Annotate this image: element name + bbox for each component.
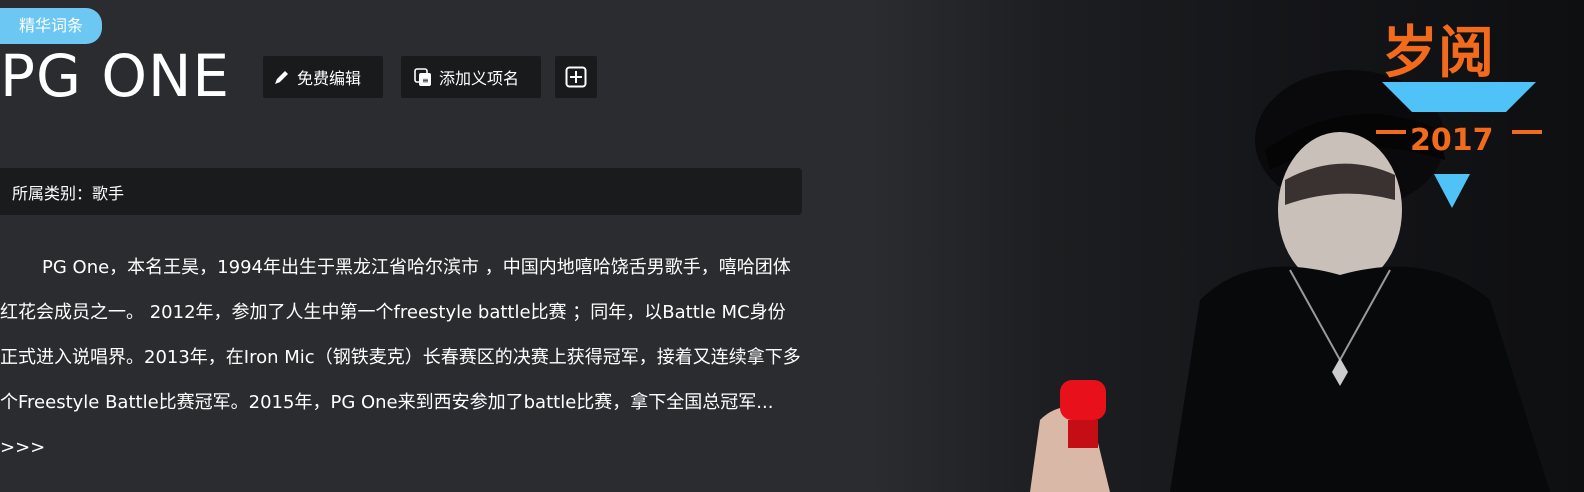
add-sense-button-label: 添加义项名 — [439, 69, 520, 88]
category-bar: 所属类别： 歌手 — [0, 168, 802, 215]
svg-text:≡: ≡ — [422, 76, 429, 85]
logo-year: 2017 — [1410, 123, 1494, 158]
featured-badge-label: 精华词条 — [18, 16, 83, 35]
edit-button-label: 免费编辑 — [297, 69, 362, 88]
logo-text: 岁阅 — [1382, 21, 1494, 86]
document-add-icon: ≡ — [413, 67, 433, 87]
add-sense-button[interactable]: ≡ 添加义项名 — [401, 56, 541, 98]
category-label: 所属类别： — [12, 183, 93, 203]
page-title: PG ONE — [0, 42, 231, 110]
category-value: 歌手 — [92, 183, 125, 203]
featured-badge: 精华词条 — [0, 8, 102, 44]
read-more-link[interactable]: >>> — [0, 437, 45, 458]
pencil-icon — [273, 68, 291, 86]
person-illustration: 岁阅 2017 — [1030, 21, 1550, 492]
edit-button[interactable]: 免费编辑 — [263, 56, 383, 98]
summary-body: PG One，本名王昊，1994年出生于黑龙江省哈尔滨市 ，中国内地嘻哈饶舌男歌… — [0, 257, 801, 413]
plus-square-icon — [565, 66, 587, 88]
hero-image: 岁阅 2017 — [870, 0, 1584, 492]
add-button[interactable] — [555, 56, 597, 98]
summary-text: PG One，本名王昊，1994年出生于黑龙江省哈尔滨市 ，中国内地嘻哈饶舌男歌… — [0, 245, 802, 470]
